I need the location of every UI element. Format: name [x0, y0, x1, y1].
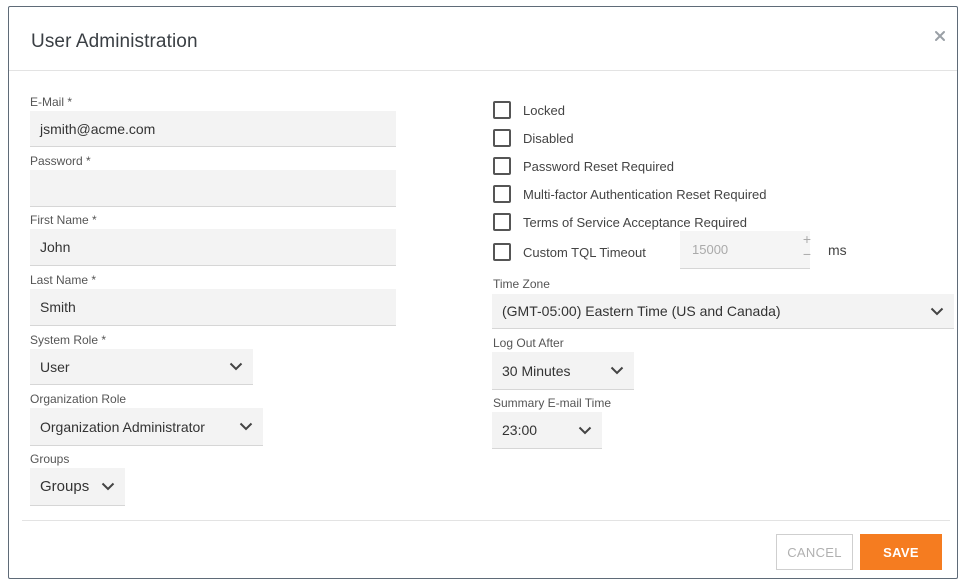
close-icon[interactable]	[931, 25, 949, 47]
system-role-value: User	[40, 358, 70, 375]
password-label: Password *	[30, 154, 91, 168]
first-name-field[interactable]: John	[30, 229, 396, 266]
first-name-label: First Name *	[30, 213, 97, 227]
first-name-value: John	[40, 239, 71, 255]
locked-label: Locked	[523, 102, 565, 118]
chevron-down-icon	[578, 426, 592, 435]
tos-label: Terms of Service Acceptance Required	[523, 214, 747, 230]
time-zone-label: Time Zone	[493, 277, 550, 291]
locked-checkbox[interactable]	[493, 101, 511, 119]
tql-timeout-stepper[interactable]: + −	[800, 231, 814, 263]
time-zone-select[interactable]: (GMT-05:00) Eastern Time (US and Canada)	[492, 294, 954, 329]
cancel-button[interactable]: CANCEL	[776, 534, 853, 570]
last-name-value: Smith	[40, 299, 76, 315]
dialog-title: User Administration	[31, 31, 198, 52]
minus-icon[interactable]: −	[800, 246, 814, 262]
log-out-after-label: Log Out After	[493, 336, 564, 350]
tql-timeout-checkbox[interactable]	[493, 243, 511, 261]
chevron-down-icon	[239, 422, 253, 431]
organization-role-select[interactable]: Organization Administrator	[30, 408, 263, 446]
tql-timeout-label: Custom TQL Timeout	[523, 244, 646, 260]
tos-checkbox[interactable]	[493, 213, 511, 231]
disabled-label: Disabled	[523, 130, 574, 146]
organization-role-label: Organization Role	[30, 392, 127, 406]
mfa-reset-checkbox[interactable]	[493, 185, 511, 203]
last-name-label: Last Name *	[30, 273, 97, 287]
save-button[interactable]: SAVE	[860, 534, 942, 570]
summary-email-time-value: 23:00	[502, 422, 538, 438]
plus-icon[interactable]: +	[800, 231, 814, 247]
checkbox-password-reset-row[interactable]: Password Reset Required	[493, 157, 674, 175]
checkbox-mfa-reset-row[interactable]: Multi-factor Authentication Reset Requir…	[493, 185, 767, 203]
dialog-header: User Administration	[9, 7, 957, 71]
chevron-down-icon	[229, 362, 243, 371]
password-reset-checkbox[interactable]	[493, 157, 511, 175]
organization-role-value: Organization Administrator	[40, 418, 205, 435]
checkbox-tos-row[interactable]: Terms of Service Acceptance Required	[493, 213, 747, 231]
log-out-after-value: 30 Minutes	[502, 362, 571, 379]
chevron-down-icon	[101, 482, 115, 491]
checkbox-tql-timeout-row[interactable]: Custom TQL Timeout	[493, 243, 646, 261]
time-zone-value: (GMT-05:00) Eastern Time (US and Canada)	[502, 303, 781, 319]
tql-timeout-unit: ms	[828, 242, 847, 258]
groups-select[interactable]: Groups	[30, 468, 125, 506]
close-icon-glyph	[935, 31, 945, 41]
mfa-reset-label: Multi-factor Authentication Reset Requir…	[523, 186, 767, 202]
summary-email-time-select[interactable]: 23:00	[492, 412, 602, 449]
password-field[interactable]	[30, 170, 396, 207]
checkbox-disabled-row[interactable]: Disabled	[493, 129, 574, 147]
chevron-down-icon	[930, 307, 944, 316]
disabled-checkbox[interactable]	[493, 129, 511, 147]
email-value: jsmith@acme.com	[40, 120, 156, 137]
summary-email-time-label: Summary E-mail Time	[493, 396, 612, 410]
checkbox-locked-row[interactable]: Locked	[493, 101, 565, 119]
groups-value: Groups	[40, 478, 90, 495]
groups-label: Groups	[30, 452, 70, 466]
footer-divider	[22, 520, 950, 521]
system-role-label: System Role *	[30, 333, 107, 347]
system-role-select[interactable]: User	[30, 349, 253, 385]
email-label: E-Mail *	[30, 95, 73, 109]
log-out-after-select[interactable]: 30 Minutes	[492, 352, 634, 390]
password-reset-label: Password Reset Required	[523, 158, 675, 174]
email-field[interactable]: jsmith@acme.com	[30, 111, 396, 147]
tql-timeout-value: 15000	[692, 242, 729, 257]
chevron-down-icon	[610, 366, 624, 375]
last-name-field[interactable]: Smith	[30, 289, 396, 326]
tql-timeout-input[interactable]: 15000	[680, 231, 810, 269]
